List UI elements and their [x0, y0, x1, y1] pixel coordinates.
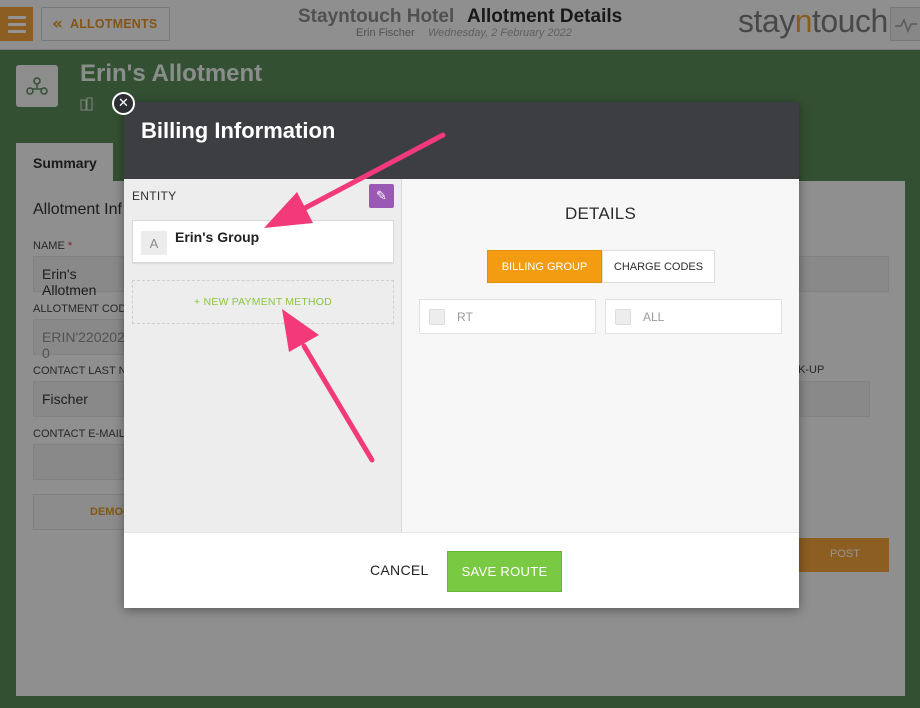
cancel-button[interactable]: CANCEL [370, 562, 429, 578]
pencil-edit-icon[interactable]: ✎ [369, 184, 394, 208]
checkbox[interactable] [615, 309, 631, 325]
billing-group-option-all[interactable]: ALL [605, 299, 782, 334]
entity-label: ENTITY [132, 189, 177, 203]
save-route-button[interactable]: SAVE ROUTE [447, 551, 562, 592]
modal-footer: CANCEL SAVE ROUTE [124, 532, 799, 608]
details-pane: DETAILS BILLING GROUP CHARGE CODES RT AL… [402, 179, 799, 532]
option-label: RT [457, 310, 473, 324]
modal-title: Billing Information [141, 118, 336, 143]
entity-pane: ENTITY ✎ A Erin's Group + NEW PAYMENT ME… [124, 179, 402, 532]
entity-name: Erin's Group [175, 229, 260, 245]
option-label: ALL [643, 310, 665, 324]
billing-information-modal: Billing Information ENTITY ✎ A Erin's Gr… [124, 102, 799, 608]
new-payment-method-button[interactable]: + NEW PAYMENT METHOD [132, 280, 394, 324]
checkbox[interactable] [429, 309, 445, 325]
tab-charge-codes[interactable]: CHARGE CODES [602, 250, 715, 283]
billing-group-option-rt[interactable]: RT [419, 299, 596, 334]
details-title: DETAILS [565, 204, 636, 223]
tab-billing-group[interactable]: BILLING GROUP [487, 250, 602, 283]
modal-header: Billing Information [124, 102, 799, 179]
entity-letter-badge: A [141, 231, 167, 255]
entity-item[interactable]: A Erin's Group [132, 220, 394, 263]
close-icon[interactable]: ✕ [112, 92, 135, 115]
